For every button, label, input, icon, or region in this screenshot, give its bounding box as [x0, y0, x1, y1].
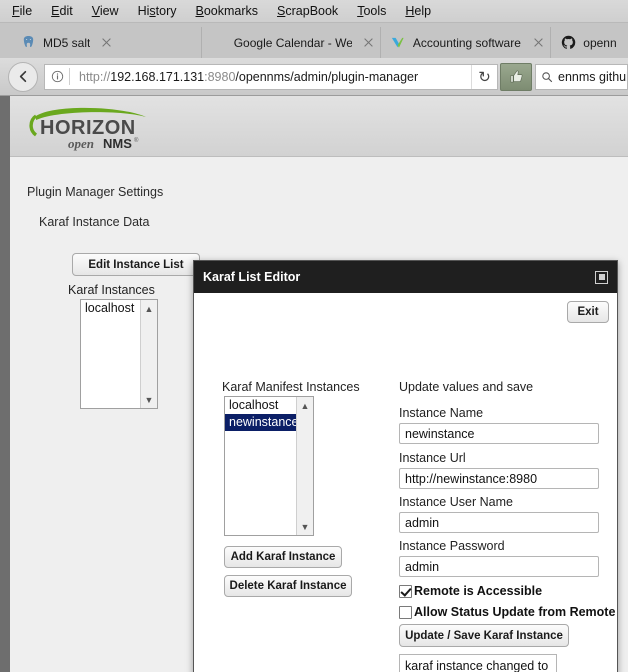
- navigation-toolbar: http://192.168.171.131:8980/opennms/admi…: [0, 58, 628, 96]
- scroll-up-icon[interactable]: ▲: [297, 397, 313, 414]
- reload-icon[interactable]: ↻: [471, 64, 497, 89]
- menu-item-file[interactable]: File: [10, 3, 34, 19]
- scroll-up-icon[interactable]: ▲: [141, 300, 157, 317]
- status-message-box: karaf instance changed to newinstance: [399, 654, 557, 672]
- karaf-instances-listbox[interactable]: localhost ▲ ▼: [80, 299, 158, 409]
- close-icon[interactable]: [361, 35, 376, 50]
- menu-item-view[interactable]: View: [90, 3, 121, 19]
- menu-item-bookmarks[interactable]: Bookmarks: [194, 3, 261, 19]
- edit-instance-list-button[interactable]: Edit Instance List: [72, 253, 200, 276]
- github-icon: [560, 35, 576, 51]
- allow-status-update-row[interactable]: Allow Status Update from Remote: [399, 605, 615, 619]
- browser-tab-md5-salt[interactable]: MD5 salt: [11, 27, 201, 58]
- close-icon[interactable]: [99, 35, 114, 50]
- address-bar[interactable]: http://192.168.171.131:8980/opennms/admi…: [44, 63, 498, 90]
- dialog-body: Exit Karaf Manifest Instances localhost …: [194, 293, 617, 672]
- karaf-manifest-instances-label: Karaf Manifest Instances: [222, 380, 360, 394]
- instance-password-label: Instance Password: [399, 539, 505, 553]
- sidebar-item-karaf-instance-data[interactable]: Karaf Instance Data: [39, 215, 149, 229]
- remote-is-accessible-label: Remote is Accessible: [414, 584, 543, 598]
- karaf-list-editor-dialog: Karaf List Editor Exit Karaf Manifest In…: [193, 260, 618, 672]
- dialog-title-bar[interactable]: Karaf List Editor: [194, 261, 617, 293]
- browser-tab-google-calendar[interactable]: Google Calendar - Week o...: [200, 27, 380, 58]
- extension-button[interactable]: [500, 62, 532, 91]
- xero-icon: [390, 35, 406, 51]
- instance-password-field[interactable]: admin: [399, 556, 599, 577]
- add-karaf-instance-button[interactable]: Add Karaf Instance: [224, 546, 342, 568]
- instance-user-name-label: Instance User Name: [399, 495, 513, 509]
- sidebar-item-plugin-manager-settings[interactable]: Plugin Manager Settings: [27, 185, 163, 199]
- delete-karaf-instance-button[interactable]: Delete Karaf Instance: [224, 575, 352, 597]
- allow-status-update-checkbox[interactable]: [399, 605, 412, 619]
- menu-item-tools[interactable]: Tools: [355, 3, 388, 19]
- opennms-horizon-logo: HORIZON open NMS ®: [18, 104, 158, 157]
- site-info-icon[interactable]: [45, 70, 69, 83]
- scrollbar[interactable]: ▲ ▼: [296, 397, 313, 535]
- maximize-icon[interactable]: [595, 270, 608, 284]
- instance-url-field[interactable]: http://newinstance:8980: [399, 468, 599, 489]
- scroll-down-icon[interactable]: ▼: [297, 518, 313, 535]
- browser-tab-accounting-software[interactable]: Accounting software, s...: [379, 27, 551, 58]
- menu-item-history[interactable]: History: [136, 3, 179, 19]
- tab-strip: MD5 salt Google Calendar - Week o... Acc…: [0, 23, 628, 58]
- instance-name-field[interactable]: newinstance: [399, 423, 599, 444]
- karaf-manifest-instances-listbox[interactable]: localhost newinstance ▲ ▼: [224, 396, 314, 536]
- scrollbar[interactable]: ▲ ▼: [140, 300, 157, 408]
- dialog-title: Karaf List Editor: [203, 270, 301, 284]
- browser-tab-opennms-github[interactable]: openn: [550, 27, 628, 58]
- scroll-down-icon[interactable]: ▼: [141, 391, 157, 408]
- search-bar[interactable]: ennms github: [535, 63, 628, 90]
- update-save-karaf-instance-button[interactable]: Update / Save Karaf Instance: [399, 624, 569, 647]
- tab-label: MD5 salt: [43, 35, 91, 50]
- calendar-icon: [211, 35, 227, 51]
- postgresql-icon: [20, 35, 36, 51]
- list-item-selected[interactable]: newinstance: [225, 414, 299, 431]
- url-text: http://192.168.171.131:8980/opennms/admi…: [79, 69, 419, 84]
- tab-label: Accounting software, s...: [412, 35, 523, 50]
- remote-is-accessible-checkbox[interactable]: [399, 584, 412, 598]
- menu-item-edit[interactable]: Edit: [49, 3, 75, 19]
- close-icon[interactable]: [531, 35, 546, 50]
- exit-button[interactable]: Exit: [567, 301, 609, 323]
- tab-label: Google Calendar - Week o...: [233, 35, 352, 50]
- svg-text:open: open: [68, 136, 94, 151]
- menu-item-help[interactable]: Help: [403, 3, 433, 19]
- karaf-instances-label: Karaf Instances: [68, 283, 155, 297]
- list-item[interactable]: localhost: [81, 300, 140, 317]
- remote-is-accessible-row[interactable]: Remote is Accessible: [399, 584, 542, 598]
- search-icon: [536, 71, 558, 83]
- instance-url-label: Instance Url: [399, 451, 466, 465]
- menu-bar: File Edit View History Bookmarks ScrapBo…: [0, 0, 628, 23]
- instance-user-name-field[interactable]: admin: [399, 512, 599, 533]
- listbox-items: localhost: [81, 300, 140, 408]
- browser-window: File Edit View History Bookmarks ScrapBo…: [0, 0, 628, 672]
- window-left-edge: [0, 96, 10, 672]
- svg-text:NMS: NMS: [103, 136, 132, 151]
- tab-label: openn: [583, 35, 617, 50]
- back-button[interactable]: [8, 61, 38, 92]
- svg-text:®: ®: [134, 137, 139, 144]
- list-item[interactable]: localhost: [225, 397, 296, 414]
- allow-status-update-label: Allow Status Update from Remote: [414, 605, 616, 619]
- instance-name-label: Instance Name: [399, 406, 484, 420]
- search-input[interactable]: ennms github: [558, 70, 627, 84]
- menu-item-scrapbook[interactable]: ScrapBook: [275, 3, 340, 19]
- listbox-items: localhost newinstance: [225, 397, 299, 535]
- page-viewport: HORIZON open NMS ® Plugin Manager Settin…: [0, 96, 628, 672]
- form-heading: Update values and save: [399, 380, 534, 394]
- page-header: HORIZON open NMS ®: [10, 96, 628, 157]
